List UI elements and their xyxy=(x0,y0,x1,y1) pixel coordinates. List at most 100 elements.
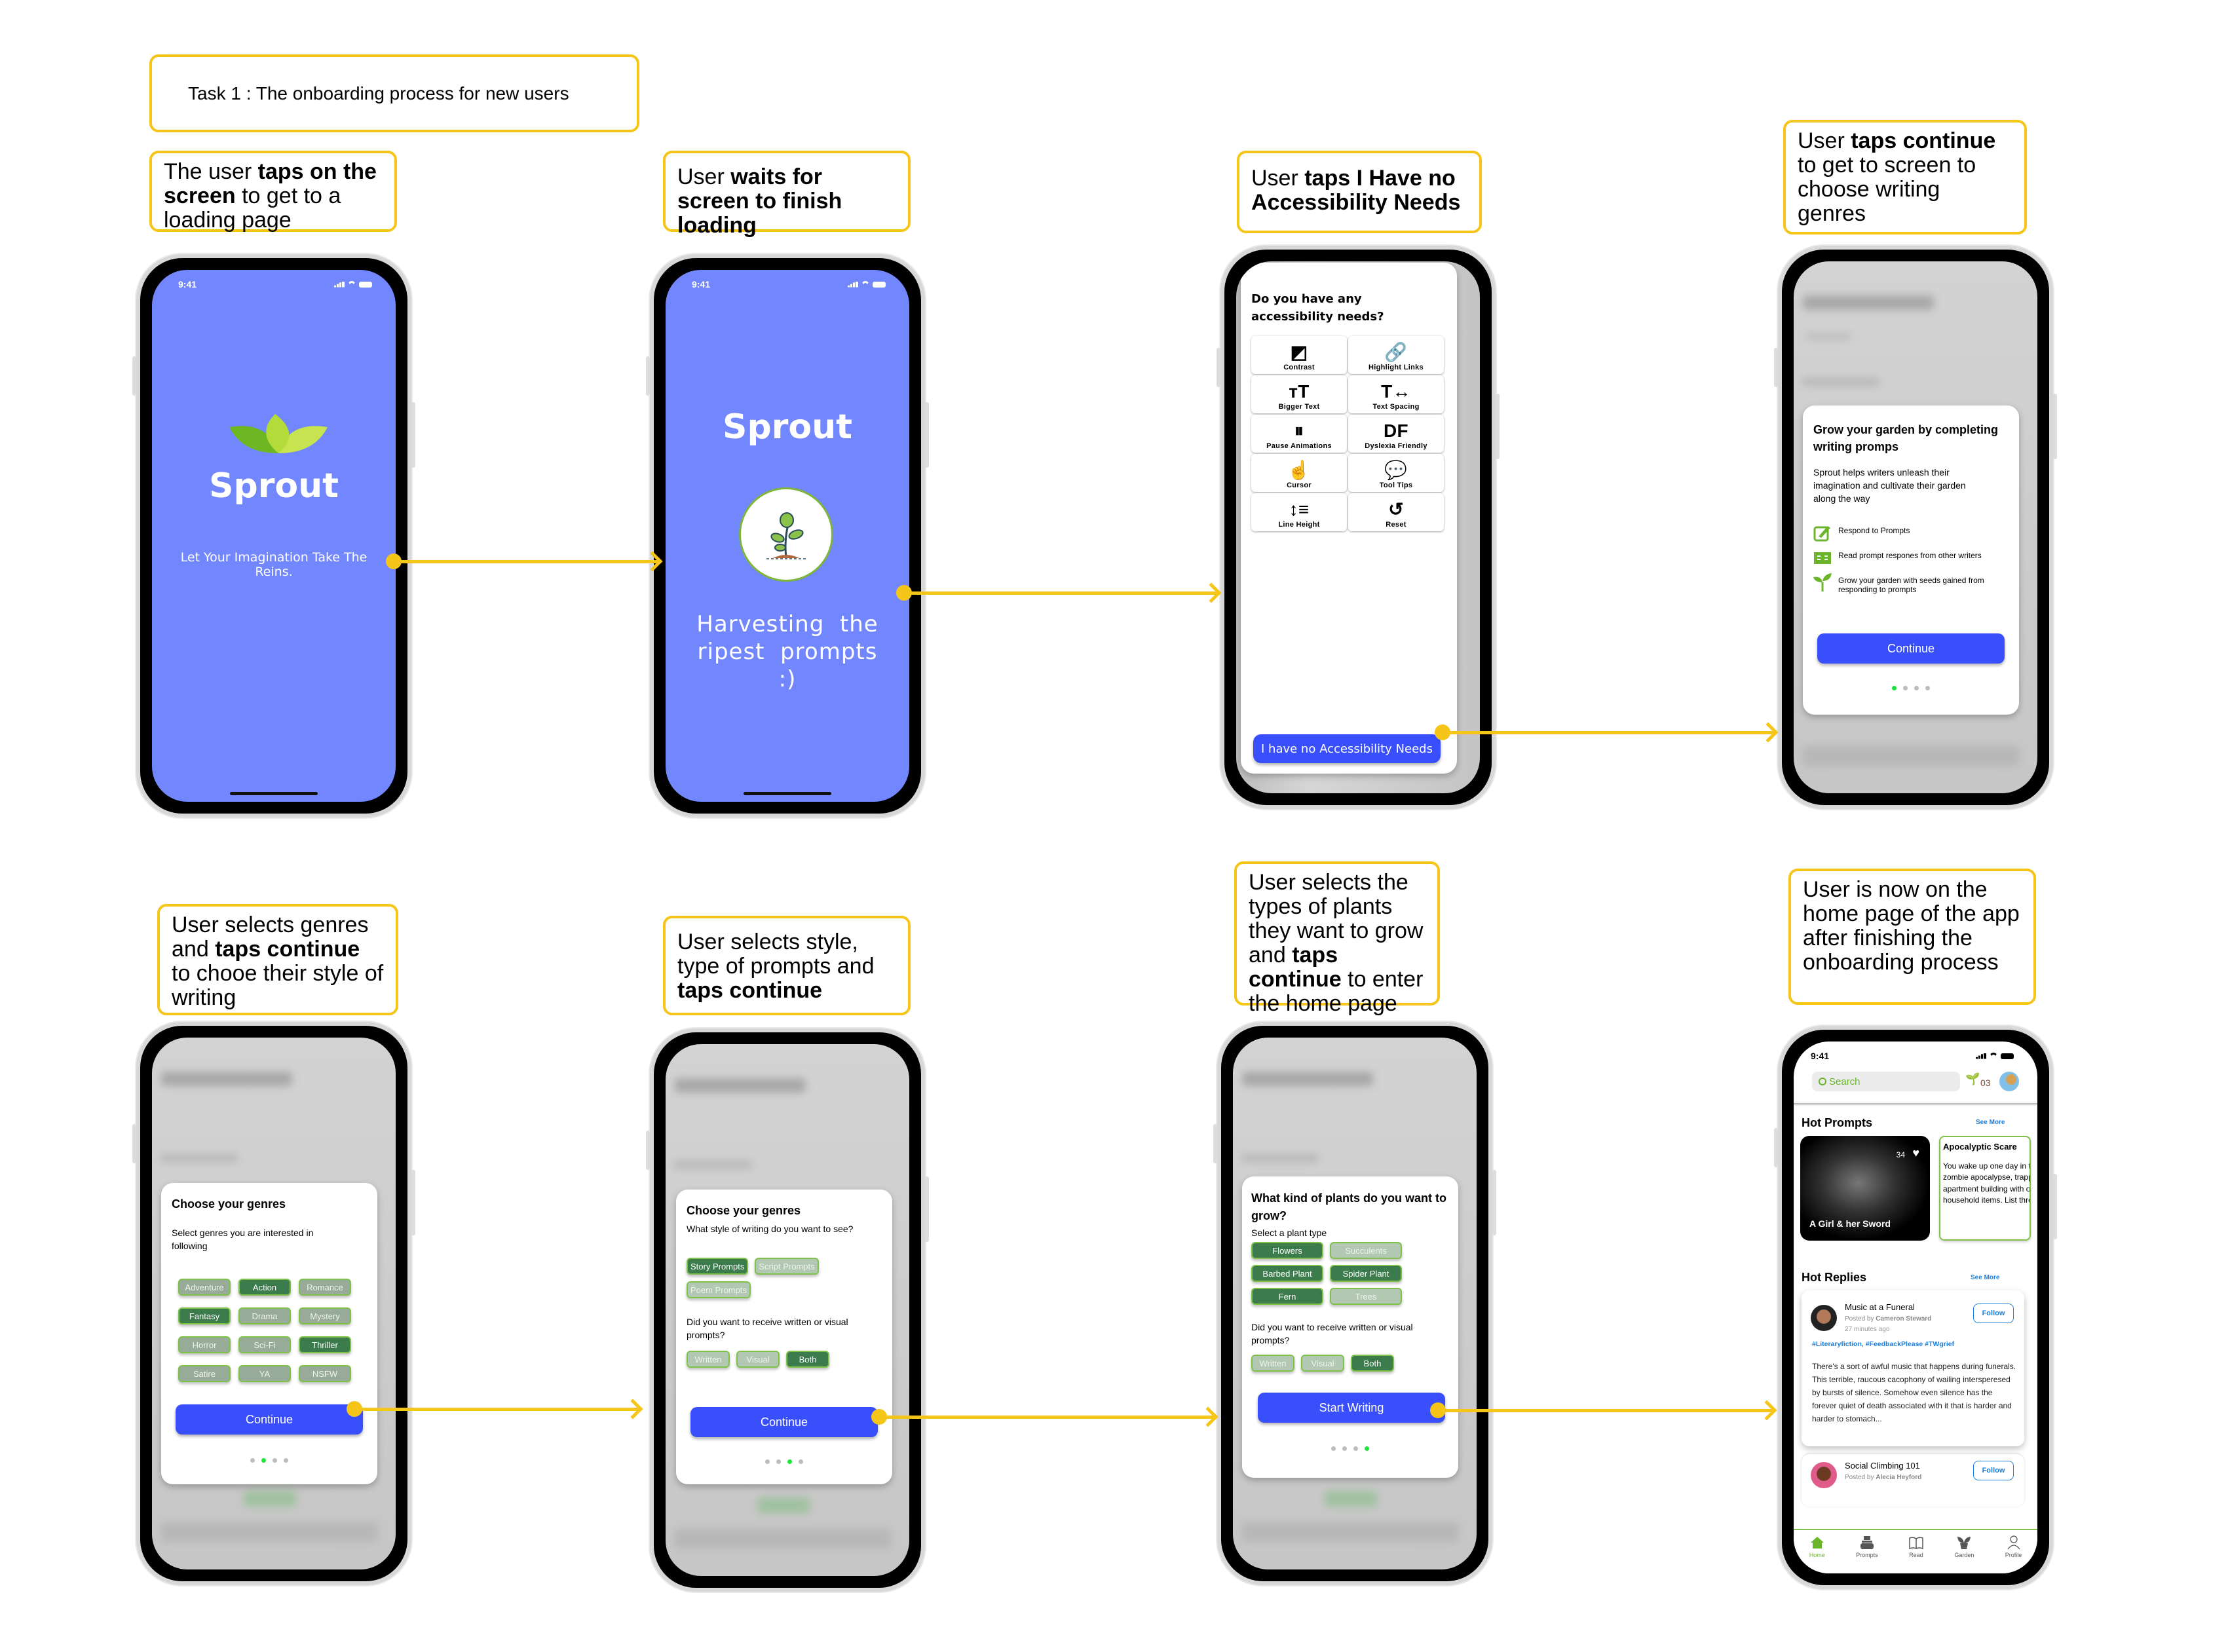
style-modal: Choose your genres What style of writing… xyxy=(676,1190,892,1484)
hot-replies-see-more[interactable]: See More xyxy=(1971,1274,1999,1281)
tab-prompts[interactable]: Prompts xyxy=(1856,1535,1878,1573)
cursor-hand-icon: ☝ xyxy=(1287,460,1311,480)
prompt-card-text[interactable]: Apocalyptic Scare You wake up one day in… xyxy=(1939,1136,2031,1241)
follow-button[interactable]: Follow xyxy=(1973,1461,2014,1480)
accessibility-option[interactable]: ↕≡ Line Height xyxy=(1251,493,1347,531)
option-chip[interactable]: Written xyxy=(1251,1355,1294,1372)
arrow-head xyxy=(1758,722,1779,743)
option-chip[interactable]: Succulents xyxy=(1330,1242,1402,1259)
plants-modal: What kind of plants do you want to grow?… xyxy=(1242,1176,1458,1478)
flow-arrow xyxy=(871,1406,1218,1427)
option-chip[interactable]: Romance xyxy=(299,1279,351,1296)
step-text: User is now on the home page of the app … xyxy=(1803,877,2020,975)
accessibility-option[interactable]: ↺ Reset xyxy=(1348,493,1444,531)
option-chip[interactable]: Action xyxy=(238,1279,291,1296)
app-name: Sprout xyxy=(209,466,339,506)
style-chip-list: Story Prompts Script Prompts Poem Prompts xyxy=(687,1258,863,1298)
search-input[interactable]: Search xyxy=(1812,1072,1960,1091)
signal-icon xyxy=(1976,1053,1986,1059)
accessibility-option-label: Contrast xyxy=(1283,364,1315,371)
option-chip[interactable]: Drama xyxy=(238,1307,291,1324)
hot-prompts-see-more[interactable]: See More xyxy=(1976,1119,2005,1126)
hot-replies-heading: Hot Replies xyxy=(1802,1271,1867,1284)
reply-card[interactable]: Social Climbing 101 Posted by Alecia Hey… xyxy=(1802,1454,2024,1507)
option-chip[interactable]: Sci-Fi xyxy=(238,1336,291,1353)
accessibility-option[interactable]: T↔ Text Spacing xyxy=(1348,375,1444,413)
option-chip[interactable]: Flowers xyxy=(1251,1242,1323,1259)
prompt-card-image[interactable]: 34 ♥ A Girl & her Sword xyxy=(1800,1136,1930,1241)
option-chip[interactable]: YA xyxy=(238,1365,291,1382)
reply-avatar xyxy=(1811,1462,1837,1488)
page-indicator xyxy=(1803,686,2019,690)
blurred-text xyxy=(1802,378,1880,386)
tab-read[interactable]: Read xyxy=(1909,1535,1923,1573)
heart-icon[interactable]: ♥ xyxy=(1912,1146,1919,1160)
option-chip[interactable]: Script Prompts xyxy=(755,1258,819,1275)
prompt-card-title: A Girl & her Sword xyxy=(1809,1218,1891,1229)
no-accessibility-needs-label: I have no Accessibility Needs xyxy=(1261,742,1433,756)
option-chip[interactable]: Both xyxy=(1351,1355,1394,1372)
profile-icon xyxy=(2007,1535,2021,1550)
option-chip[interactable]: Written xyxy=(687,1351,730,1368)
typewriter-icon xyxy=(1860,1535,1874,1550)
accessibility-option-label: Line Height xyxy=(1278,521,1320,529)
option-chip[interactable]: Both xyxy=(786,1351,829,1368)
no-accessibility-needs-button[interactable]: I have no Accessibility Needs xyxy=(1253,734,1441,763)
accessibility-option[interactable]: тT Bigger Text xyxy=(1251,375,1347,413)
genres-continue-button[interactable]: Continue xyxy=(176,1404,363,1435)
option-chip[interactable]: Visual xyxy=(736,1351,780,1368)
signal-icon xyxy=(334,281,345,288)
option-chip[interactable]: Barbed Plant xyxy=(1251,1265,1323,1282)
accessibility-option-label: Pause Animations xyxy=(1266,442,1332,450)
option-chip[interactable]: Visual xyxy=(1301,1355,1344,1372)
blurred-button xyxy=(244,1491,296,1507)
blurred-tabbar xyxy=(1242,1522,1458,1542)
style-continue-button[interactable]: Continue xyxy=(690,1407,878,1437)
search-icon xyxy=(1819,1078,1826,1085)
intro-feature: Read prompt respones from other writers xyxy=(1813,548,2010,567)
step-action-text: taps continue xyxy=(1851,128,1996,153)
step-text: to chooe their style of writing xyxy=(172,961,384,1010)
accessibility-option[interactable]: DF Dyslexia Friendly xyxy=(1348,415,1444,453)
accessibility-option-label: Cursor xyxy=(1287,481,1312,489)
avatar[interactable] xyxy=(1999,1072,2019,1091)
option-chip[interactable]: Fantasy xyxy=(178,1307,231,1324)
reply-card[interactable]: Music at a Funeral Posted by Cameron Ste… xyxy=(1802,1290,2024,1446)
app-name: Sprout xyxy=(723,407,852,447)
tab-profile[interactable]: Profile xyxy=(2005,1535,2022,1573)
option-chip[interactable]: NSFW xyxy=(299,1365,351,1382)
option-chip[interactable]: Fern xyxy=(1251,1288,1323,1305)
accessibility-option[interactable]: 💬 Tool Tips xyxy=(1348,454,1444,492)
phone-style: Choose your genres What style of writing… xyxy=(646,1028,929,1592)
tap-point xyxy=(347,1401,362,1417)
accessibility-option[interactable]: ☝ Cursor xyxy=(1251,454,1347,492)
option-chip[interactable]: Spider Plant xyxy=(1330,1265,1402,1282)
start-writing-button[interactable]: Start Writing xyxy=(1258,1393,1445,1423)
line-height-icon: ↕≡ xyxy=(1289,499,1310,519)
prompt-card-title: Apocalyptic Scare xyxy=(1943,1142,2017,1152)
tab-home[interactable]: Home xyxy=(1809,1535,1825,1573)
option-chip[interactable]: Satire xyxy=(178,1365,231,1382)
splash-screen[interactable]: 9:41 Sprout Let Your Imagination Take Th… xyxy=(152,270,396,802)
intro-body: Sprout helps writers unleash their imagi… xyxy=(1813,467,1966,504)
option-chip[interactable]: Trees xyxy=(1330,1288,1402,1305)
wifi-icon xyxy=(1990,1053,1997,1059)
intro-feature-text: Respond to Prompts xyxy=(1838,526,1910,535)
continue-label: Continue xyxy=(245,1412,293,1426)
reply-tags[interactable]: #Literaryfiction, #FeedbackPlease #TWgri… xyxy=(1812,1340,1954,1348)
plants-screen: What kind of plants do you want to grow?… xyxy=(1233,1038,1477,1569)
follow-button[interactable]: Follow xyxy=(1973,1304,2014,1323)
option-chip[interactable]: Adventure xyxy=(178,1279,231,1296)
accessibility-option[interactable]: ⏸ Pause Animations xyxy=(1251,415,1347,453)
intro-continue-button[interactable]: Continue xyxy=(1817,633,2005,664)
option-chip[interactable]: Story Prompts xyxy=(687,1258,749,1275)
option-chip[interactable]: Horror xyxy=(178,1336,231,1353)
option-chip[interactable]: Thriller xyxy=(299,1336,351,1353)
continue-label: Continue xyxy=(760,1415,808,1429)
option-chip[interactable]: Poem Prompts xyxy=(687,1281,751,1298)
accessibility-option[interactable]: 🔗 Highlight Links xyxy=(1348,336,1444,374)
phone-splash: 9:41 Sprout Let Your Imagination Take Th… xyxy=(132,254,415,817)
tab-garden[interactable]: Garden xyxy=(1954,1535,1974,1573)
accessibility-option[interactable]: ◩ Contrast xyxy=(1251,336,1347,374)
option-chip[interactable]: Mystery xyxy=(299,1307,351,1324)
